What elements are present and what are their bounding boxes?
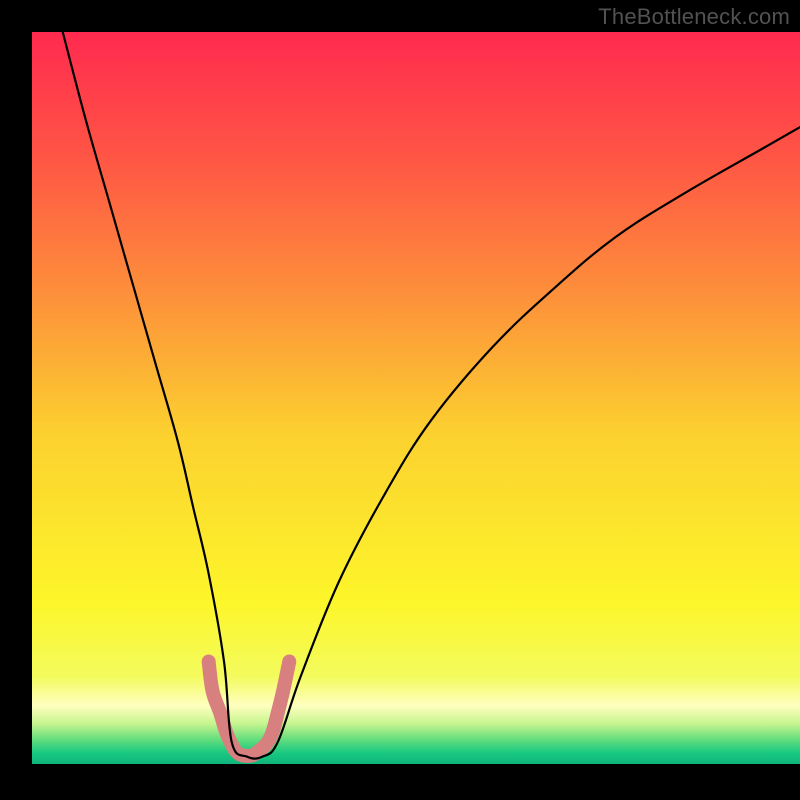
bottleneck-chart [0, 0, 800, 800]
watermark-text: TheBottleneck.com [598, 4, 790, 30]
chart-stage: TheBottleneck.com [0, 0, 800, 800]
plot-area-background [32, 32, 800, 764]
